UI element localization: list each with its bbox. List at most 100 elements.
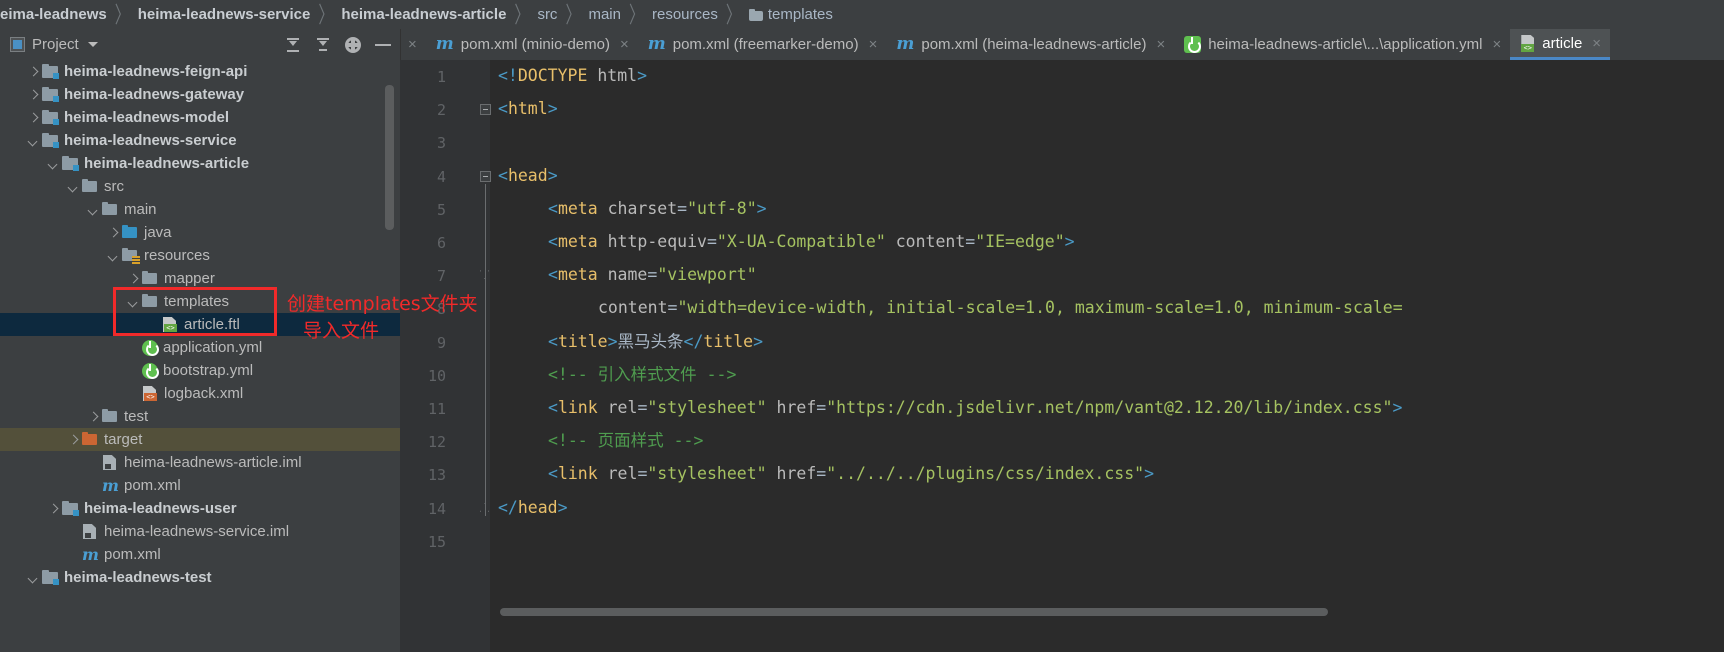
close-icon[interactable]: ×: [1156, 37, 1165, 52]
chevron-down-icon[interactable]: [26, 571, 40, 585]
line-number: 3: [436, 134, 446, 153]
folder-icon: [142, 271, 159, 286]
tree-row[interactable]: src: [0, 175, 400, 198]
tree-row[interactable]: java: [0, 221, 400, 244]
chevron-down-icon[interactable]: [26, 134, 40, 148]
collapse-all-icon[interactable]: [314, 36, 332, 54]
chevron-right-icon[interactable]: [126, 272, 140, 286]
code-token: <: [548, 464, 558, 484]
chevron-right-icon[interactable]: [26, 111, 40, 125]
tab-pom-xml-heima-leadnews-article-[interactable]: m pom.xml (heima-leadnews-article) ×: [886, 29, 1174, 60]
chevron-down-icon[interactable]: [106, 249, 120, 263]
breadcrumb-item-label: heima-leadnews-service: [137, 6, 311, 23]
code-token: >: [1392, 398, 1403, 417]
code-token: "viewport": [657, 265, 757, 285]
code-token: title: [557, 331, 608, 351]
tree-row[interactable]: m pom.xml: [0, 543, 400, 566]
chevron-right-icon[interactable]: [106, 226, 120, 240]
tree-arrow-spacer: [126, 364, 140, 378]
tree-row[interactable]: logback.xml: [0, 382, 400, 405]
line-number: 4: [436, 167, 446, 186]
breadcrumb-item-eima-leadnews[interactable]: eima-leadnews: [0, 6, 107, 23]
folder-icon: [102, 202, 119, 217]
close-icon[interactable]: ×: [620, 37, 629, 52]
breadcrumb-item-main[interactable]: main: [588, 6, 621, 23]
chevron-right-icon[interactable]: [26, 65, 40, 79]
breadcrumb-item-label: eima-leadnews: [0, 6, 107, 23]
tab-pom-xml-freemarker-demo-[interactable]: m pom.xml (freemarker-demo) ×: [638, 29, 887, 60]
tab-label: article: [1542, 34, 1583, 52]
tree-row[interactable]: resources: [0, 244, 400, 267]
tree-row-label: bootstrap.yml: [163, 362, 254, 379]
tree-row[interactable]: target: [0, 428, 400, 451]
chevron-right-icon[interactable]: [46, 502, 60, 516]
breadcrumb-item-heima-leadnews-article[interactable]: heima-leadnews-article: [341, 6, 506, 23]
tree-row[interactable]: heima-leadnews-gateway: [0, 83, 400, 106]
breadcrumb-item-templates[interactable]: templates: [748, 6, 833, 23]
code-token: =: [965, 232, 976, 251]
code-line: <link rel="stylesheet" href="../../../pl…: [498, 466, 1154, 483]
chevron-right-icon[interactable]: [26, 88, 40, 102]
tree-row[interactable]: heima-leadnews-article.iml: [0, 451, 400, 474]
tab-article[interactable]: article ×: [1510, 29, 1611, 60]
chevron-down-icon[interactable]: [66, 180, 80, 194]
expand-all-icon[interactable]: [284, 36, 302, 54]
tab-pom-xml-minio-demo-[interactable]: m pom.xml (minio-demo) ×: [426, 29, 638, 60]
tree-row[interactable]: bootstrap.yml: [0, 359, 400, 382]
tree-row[interactable]: heima-leadnews-article: [0, 152, 400, 175]
line-number: 11: [427, 400, 446, 418]
chevron-right-icon[interactable]: [86, 410, 100, 424]
code-token: <: [548, 265, 558, 285]
header-row: Project × m pom.xml (minio-demo) × m pom.xml …: [0, 29, 1724, 60]
tree-arrow-spacer: [66, 548, 80, 562]
chevron-down-icon[interactable]: [87, 42, 98, 47]
breadcrumb-item-label: templates: [767, 6, 833, 23]
close-icon[interactable]: ×: [408, 37, 417, 52]
tree-row[interactable]: test: [0, 405, 400, 428]
minimize-icon[interactable]: [374, 36, 392, 54]
code-token: <: [548, 331, 558, 351]
close-icon[interactable]: ×: [869, 37, 878, 52]
module-icon: [42, 133, 59, 148]
code-token: =: [677, 198, 688, 218]
maven-icon: m: [896, 34, 915, 54]
close-icon[interactable]: ×: [1592, 36, 1601, 51]
breadcrumb-item-label: heima-leadnews-article: [341, 6, 507, 23]
tree-row[interactable]: m pom.xml: [0, 474, 400, 497]
project-toolwindow-title: Project: [32, 36, 79, 53]
close-icon[interactable]: ×: [1493, 37, 1502, 52]
chevron-down-icon[interactable]: [126, 295, 140, 309]
tree-row-label: test: [124, 408, 149, 425]
breadcrumb-separator: 〉: [514, 3, 530, 29]
tree-row[interactable]: mapper: [0, 267, 400, 290]
editor-hscrollbar[interactable]: [500, 608, 1328, 616]
tree-row[interactable]: heima-leadnews-service: [0, 129, 400, 152]
chevron-down-icon[interactable]: [86, 203, 100, 217]
tree-row[interactable]: heima-leadnews-test: [0, 566, 400, 589]
tree-row[interactable]: heima-leadnews-service.iml: [0, 520, 400, 543]
maven-icon: m: [102, 476, 119, 495]
code-token: >: [547, 165, 558, 185]
tree-arrow-spacer: [146, 318, 160, 332]
code-token: <!-- 引入样式文件 -->: [548, 364, 737, 384]
line-number: 1: [436, 68, 446, 86]
chevron-down-icon[interactable]: [46, 157, 60, 171]
breadcrumb-item-resources[interactable]: resources: [652, 6, 718, 23]
code-content[interactable]: <!DOCTYPE html> <html> <head> <meta charset…: [490, 60, 1724, 652]
tree-row[interactable]: heima-leadnews-feign-api: [0, 60, 400, 83]
code-token: head: [517, 497, 558, 517]
annotation-text-line1: 创建templates文件夹: [287, 293, 478, 315]
tree-row[interactable]: heima-leadnews-user: [0, 497, 400, 520]
breadcrumb-item-heima-leadnews-service[interactable]: heima-leadnews-service: [138, 6, 311, 23]
code-token: "../../../plugins/css/index.css": [826, 464, 1145, 484]
folder-icon: [748, 8, 763, 21]
breadcrumb-item-src[interactable]: src: [537, 6, 557, 23]
tab-label: pom.xml (heima-leadnews-article): [921, 36, 1147, 53]
tab-heima-leadnews-article-application-yml[interactable]: heima-leadnews-article\...\application.y…: [1174, 29, 1510, 60]
gear-icon[interactable]: [344, 36, 362, 54]
module-icon: [42, 64, 59, 79]
chevron-right-icon[interactable]: [66, 433, 80, 447]
tree-row[interactable]: main: [0, 198, 400, 221]
tree-row[interactable]: heima-leadnews-model: [0, 106, 400, 129]
